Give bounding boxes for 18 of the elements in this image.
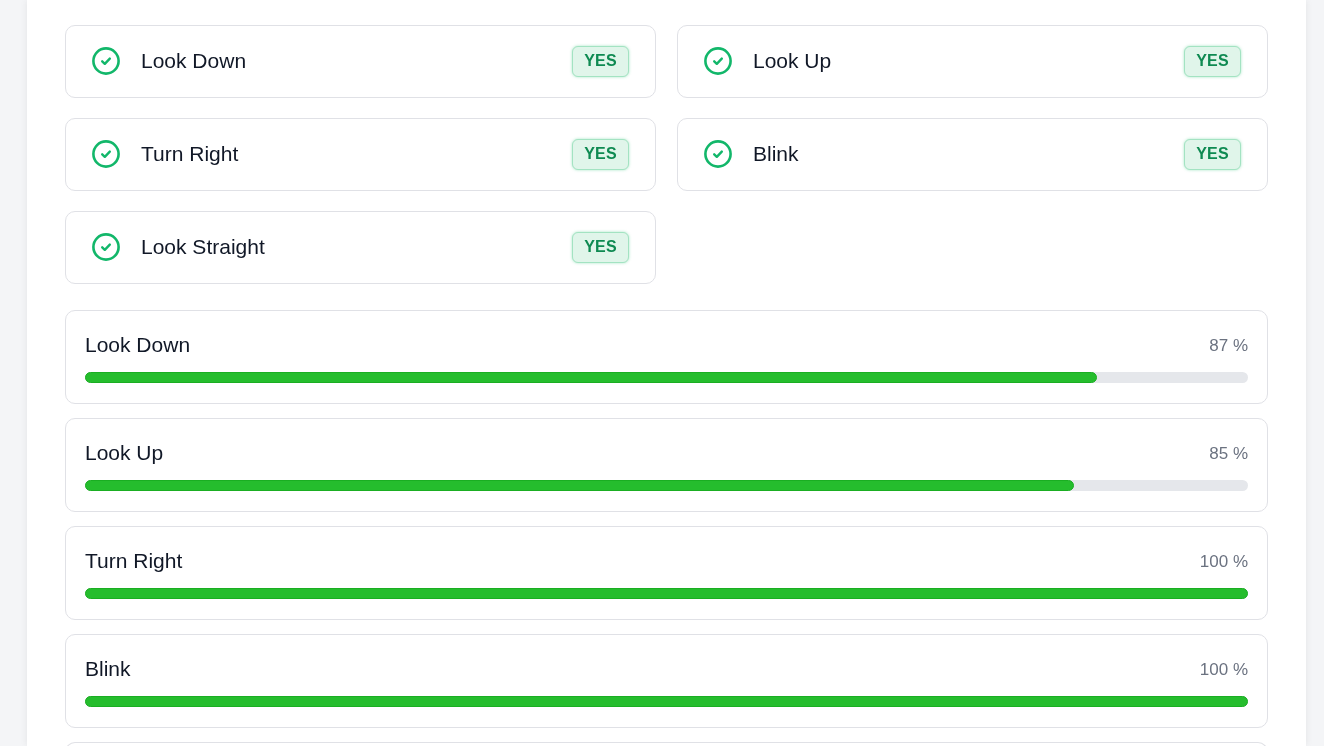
status-badge: YES xyxy=(1184,138,1241,170)
score-percent: 87 % xyxy=(1209,335,1248,356)
score-percent: 100 % xyxy=(1199,551,1248,572)
score-percent: 85 % xyxy=(1209,443,1248,464)
status-badge: YES xyxy=(572,231,629,263)
score-percent: 100 % xyxy=(1199,659,1248,680)
score-label: Turn Right xyxy=(85,549,183,573)
score-label: Look Up xyxy=(85,441,164,465)
status-badge: YES xyxy=(572,45,629,77)
status-badge: YES xyxy=(572,138,629,170)
score-label: Blink xyxy=(85,657,131,681)
check-label: Look Straight xyxy=(141,235,265,259)
check-label: Blink xyxy=(753,142,799,166)
score-label: Look Down xyxy=(85,333,191,357)
check-label: Look Down xyxy=(141,49,247,73)
check-label: Look Up xyxy=(753,49,832,73)
status-badge: YES xyxy=(1184,45,1241,77)
check-label: Turn Right xyxy=(141,142,239,166)
